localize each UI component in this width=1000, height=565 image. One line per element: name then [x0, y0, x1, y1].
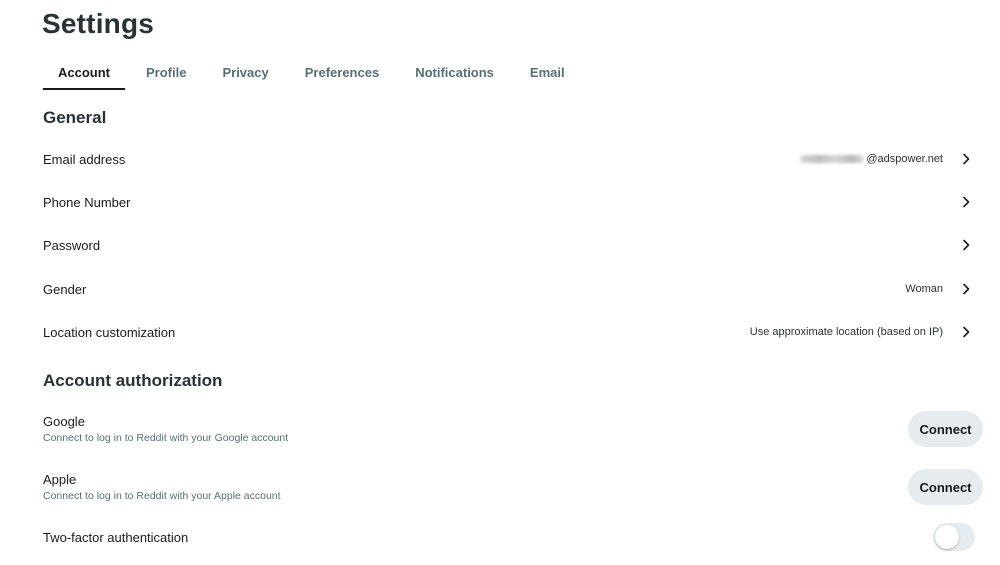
email-address-row[interactable]: Email address @adspower.net: [43, 139, 973, 179]
phone-number-row[interactable]: Phone Number: [43, 182, 973, 222]
chevron-right-icon: [963, 239, 970, 251]
phone-number-value-group: [959, 195, 973, 209]
gender-value: Woman: [905, 283, 943, 295]
email-domain: @adspower.net: [866, 153, 943, 165]
tab-profile[interactable]: Profile: [131, 58, 201, 90]
email-address-value: @adspower.net: [800, 153, 943, 165]
email-address-value-group: @adspower.net: [800, 152, 973, 166]
two-factor-row: Two-factor authentication: [43, 517, 983, 557]
google-auth-title: Google: [43, 414, 85, 429]
location-customization-value: Use approximate location (based on IP): [749, 326, 943, 338]
google-auth-row: Google Connect to log in to Reddit with …: [43, 409, 983, 449]
general-heading: General: [43, 108, 107, 127]
redacted-email-username: [800, 155, 865, 164]
tab-account[interactable]: Account: [43, 58, 125, 90]
apple-auth-row: Apple Connect to log in to Reddit with y…: [43, 467, 983, 507]
location-customization-label: Location customization: [43, 324, 176, 340]
chevron-right-icon: [963, 283, 970, 295]
apple-auth-subtitle: Connect to log in to Reddit with your Ap…: [43, 490, 281, 502]
tab-privacy[interactable]: Privacy: [207, 58, 283, 90]
chevron-right-icon: [963, 196, 970, 208]
gender-label: Gender: [43, 281, 87, 297]
two-factor-label: Two-factor authentication: [43, 529, 189, 545]
password-label: Password: [43, 237, 101, 253]
page-title: Settings: [42, 8, 155, 39]
apple-auth-title: Apple: [43, 472, 77, 487]
chevron-right-icon: [963, 326, 970, 338]
google-connect-button[interactable]: Connect: [908, 411, 983, 447]
chevron-right-icon: [963, 153, 970, 165]
gender-value-group: Woman: [905, 282, 973, 296]
email-address-label: Email address: [43, 151, 126, 167]
two-factor-toggle[interactable]: [933, 523, 975, 551]
tab-notifications[interactable]: Notifications: [400, 58, 509, 90]
location-customization-value-group: Use approximate location (based on IP): [750, 325, 973, 339]
google-auth-text: Google Connect to log in to Reddit with …: [43, 414, 288, 444]
apple-auth-text: Apple Connect to log in to Reddit with y…: [43, 472, 281, 502]
location-customization-row[interactable]: Location customization Use approximate l…: [43, 312, 973, 352]
password-value-group: [959, 238, 973, 252]
tab-preferences[interactable]: Preferences: [290, 58, 394, 90]
google-auth-subtitle: Connect to log in to Reddit with your Go…: [43, 432, 289, 444]
password-row[interactable]: Password: [43, 225, 973, 265]
account-authorization-heading: Account authorization: [43, 371, 223, 390]
toggle-knob: [935, 525, 959, 549]
settings-tabs: Account Profile Privacy Preferences Noti…: [43, 58, 586, 92]
gender-row[interactable]: Gender Woman: [43, 269, 973, 309]
tab-email[interactable]: Email: [515, 58, 580, 90]
phone-number-label: Phone Number: [43, 194, 131, 210]
apple-connect-button[interactable]: Connect: [908, 469, 983, 505]
